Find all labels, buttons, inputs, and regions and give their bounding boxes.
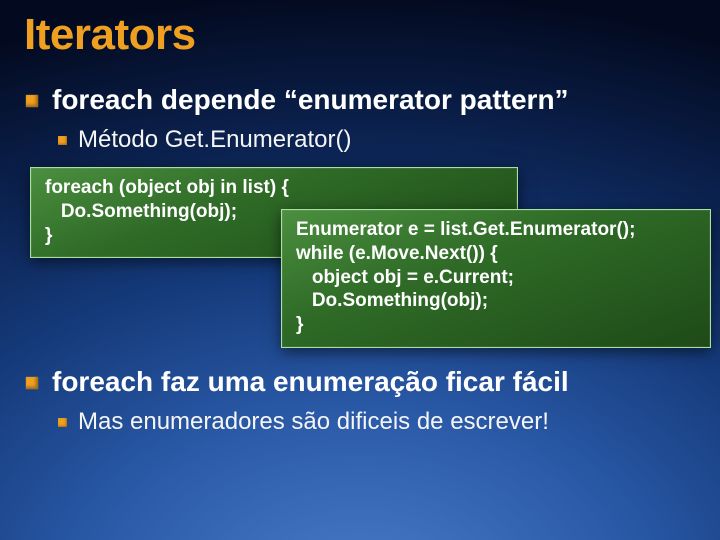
sub-bullet-item: Método Get.Enumerator() (52, 125, 696, 155)
sub-bullet-list-2: Mas enumeradores são dificeis de escreve… (52, 407, 696, 437)
code-box-expanded: Enumerator e = list.Get.Enumerator(); wh… (281, 209, 711, 348)
code-area: foreach (object obj in list) { Do.Someth… (24, 167, 696, 342)
bullet-item-2: foreach faz uma enumeração ficar fácil M… (24, 364, 696, 437)
bullet-text: foreach depende “enumerator pattern” (52, 84, 569, 115)
bullet-item-1: foreach depende “enumerator pattern” Mét… (24, 82, 696, 155)
bullet-list: foreach depende “enumerator pattern” Mét… (24, 82, 696, 155)
sub-bullet-text: Método Get.Enumerator() (78, 126, 351, 153)
bullet-list-2: foreach faz uma enumeração ficar fácil M… (24, 364, 696, 437)
sub-bullet-item: Mas enumeradores são dificeis de escreve… (52, 407, 696, 437)
sub-bullet-text: Mas enumeradores são dificeis de escreve… (78, 408, 549, 435)
slide-title: Iterators (24, 10, 696, 60)
sub-bullet-list: Método Get.Enumerator() (52, 125, 696, 155)
slide: Iterators foreach depende “enumerator pa… (0, 0, 720, 540)
bullet-text: foreach faz uma enumeração ficar fácil (52, 366, 569, 397)
